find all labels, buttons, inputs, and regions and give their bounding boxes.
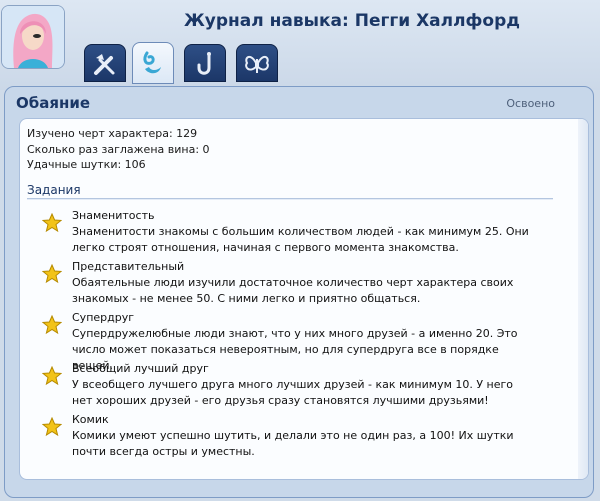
task-desc-line: Обаятельные люди изучили достаточное кол… [72, 276, 514, 289]
charisma-icon [143, 51, 161, 74]
sim-portrait-icon [2, 6, 64, 68]
skill-panel: Обаяние Освоено Изучено черт характера: … [4, 86, 594, 498]
task-name: Супердруг [72, 311, 135, 324]
tab-charm[interactable] [132, 42, 174, 84]
window-title: Журнал навыка: Пегги Халлфорд [184, 11, 520, 31]
divider [27, 198, 553, 200]
fishing-hook-icon [197, 52, 211, 75]
tasks-heading: Задания [27, 183, 81, 197]
task-desc-line: У всеобщего лучшего друга много лучших д… [72, 378, 514, 391]
star-icon [42, 264, 62, 284]
task-name: Всеобщий лучший друг [72, 362, 209, 375]
task-description: Обаятельные люди изучили достаточное кол… [72, 275, 542, 307]
skill-status: Освоено [506, 97, 555, 110]
task-name: Знаменитость [72, 209, 155, 222]
stat-apologies: Сколько раз заглажена вина: 0 [27, 142, 210, 156]
butterfly-icon [245, 56, 269, 73]
task-name: Комик [72, 413, 109, 426]
stat-traits-learned: Изучено черт характера: 129 [27, 127, 198, 140]
skill-title: Обаяние [16, 94, 91, 112]
stat-jokes: Удачные шутки: 106 [27, 158, 146, 171]
avatar[interactable] [1, 5, 65, 69]
tab-collection[interactable] [236, 44, 278, 82]
task-desc-line: Комики умеют успешно шутить, и делали эт… [72, 429, 514, 442]
task-desc-line: Супердружелюбные люди знают, что у них м… [72, 327, 518, 340]
task-description: Комики умеют успешно шутить, и делали эт… [72, 428, 542, 460]
tools-icon [94, 54, 115, 75]
task-desc-line: знакомых - не менее 50. С ними легко и п… [72, 292, 421, 305]
header: Журнал навыка: Пегги Халлфорд [0, 0, 600, 90]
task-description: Знаменитости знакомы с большим количеств… [72, 224, 542, 256]
stats-list: Изучено черт характера: 129 Сколько раз … [27, 119, 210, 173]
task-description: У всеобщего лучшего друга много лучших д… [72, 377, 542, 409]
task-desc-line: почти всегда остры и уместны. [72, 445, 255, 458]
star-icon [42, 417, 62, 437]
task-name: Представительный [72, 260, 185, 273]
task-desc-line: легко строят отношения, начиная с первог… [72, 241, 459, 254]
scrollbar[interactable] [578, 119, 588, 479]
tab-skills[interactable] [84, 44, 126, 82]
star-icon [42, 213, 62, 233]
tab-fishing[interactable] [184, 44, 226, 82]
star-icon [42, 315, 62, 335]
task-desc-line: Знаменитости знакомы с большим количеств… [72, 225, 529, 238]
star-icon [42, 366, 62, 386]
task-desc-line: нет хороших друзей - его друзья сразу ст… [72, 394, 489, 407]
skill-content[interactable]: Изучено черт характера: 129 Сколько раз … [19, 118, 589, 480]
